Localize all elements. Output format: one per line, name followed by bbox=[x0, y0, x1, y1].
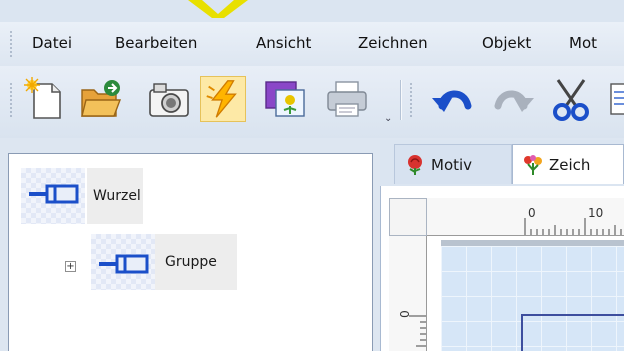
tree-node-wurzel[interactable]: Wurzel bbox=[87, 168, 143, 224]
new-file-icon bbox=[24, 77, 61, 119]
object-tree-panel[interactable]: Wurzel + Gruppe bbox=[8, 153, 373, 351]
ruler-left-label-0: 0 bbox=[397, 310, 412, 318]
ruler-label-0: 0 bbox=[528, 206, 536, 220]
undo-icon bbox=[432, 90, 472, 112]
toolbar-grip[interactable] bbox=[10, 82, 12, 118]
menu-objekt[interactable]: Objekt bbox=[482, 32, 531, 54]
toolbar-overflow-icon[interactable]: ⌄ bbox=[384, 114, 392, 124]
tab-zeichnen[interactable]: Zeich bbox=[512, 144, 624, 184]
cut-icon bbox=[553, 79, 589, 121]
tab-motiv[interactable]: Motiv bbox=[394, 144, 512, 184]
toolbar-grip-2[interactable] bbox=[410, 82, 412, 118]
tree-expand-icon[interactable]: + bbox=[65, 261, 76, 272]
printer-button[interactable] bbox=[324, 76, 370, 122]
printer-icon bbox=[327, 81, 367, 117]
document-tab-strip: Motiv Zeich bbox=[380, 140, 624, 186]
ruler-corner bbox=[389, 198, 427, 236]
toolbar-separator bbox=[400, 80, 402, 120]
tree-node-icon-gruppe[interactable] bbox=[91, 234, 155, 290]
menu-bar: Datei Bearbeiten Ansicht Zeichnen Objekt… bbox=[0, 22, 624, 66]
horizontal-ruler[interactable]: 0 10 bbox=[427, 198, 624, 236]
undo-button[interactable] bbox=[430, 76, 476, 122]
document-icon bbox=[610, 83, 624, 115]
image-import-icon bbox=[265, 81, 305, 117]
tree-node-icon-wurzel[interactable] bbox=[21, 168, 85, 224]
cut-button[interactable] bbox=[548, 76, 594, 122]
menu-datei[interactable]: Datei bbox=[32, 32, 72, 54]
menu-bearbeiten[interactable]: Bearbeiten bbox=[115, 32, 197, 54]
toolbar: ⌄ bbox=[0, 66, 624, 138]
menu-ansicht[interactable]: Ansicht bbox=[256, 32, 311, 54]
open-folder-icon bbox=[81, 80, 122, 117]
menu-bar-grip[interactable] bbox=[10, 30, 12, 58]
group-object-icon bbox=[99, 254, 149, 274]
selected-object-outline[interactable] bbox=[521, 314, 624, 351]
rose-icon bbox=[408, 155, 422, 175]
image-import-button[interactable] bbox=[262, 76, 308, 122]
title-bar bbox=[0, 0, 624, 22]
lightning-icon bbox=[206, 80, 237, 118]
ruler-ticks-vertical bbox=[409, 315, 426, 347]
properties-button[interactable] bbox=[608, 76, 624, 122]
camera-button[interactable] bbox=[146, 76, 192, 122]
redo-icon bbox=[494, 90, 534, 112]
ruler-label-10: 10 bbox=[588, 206, 604, 220]
vertical-ruler[interactable]: 0 bbox=[389, 236, 427, 351]
redo-button[interactable] bbox=[490, 76, 536, 122]
tree-node-gruppe[interactable]: Gruppe bbox=[155, 234, 237, 290]
open-folder-button[interactable] bbox=[78, 76, 124, 122]
menu-mot[interactable]: Mot bbox=[569, 32, 597, 54]
tab-label-zeichnen: Zeich bbox=[549, 156, 591, 174]
flower-icon bbox=[524, 155, 542, 175]
camera-icon bbox=[149, 83, 189, 117]
menu-zeichnen[interactable]: Zeichnen bbox=[358, 32, 428, 54]
new-file-button[interactable] bbox=[22, 76, 68, 122]
highlight-mark-icon bbox=[188, 0, 248, 18]
tab-label-motiv: Motiv bbox=[431, 156, 473, 174]
group-object-icon bbox=[29, 184, 79, 204]
lightning-button[interactable] bbox=[200, 76, 246, 122]
